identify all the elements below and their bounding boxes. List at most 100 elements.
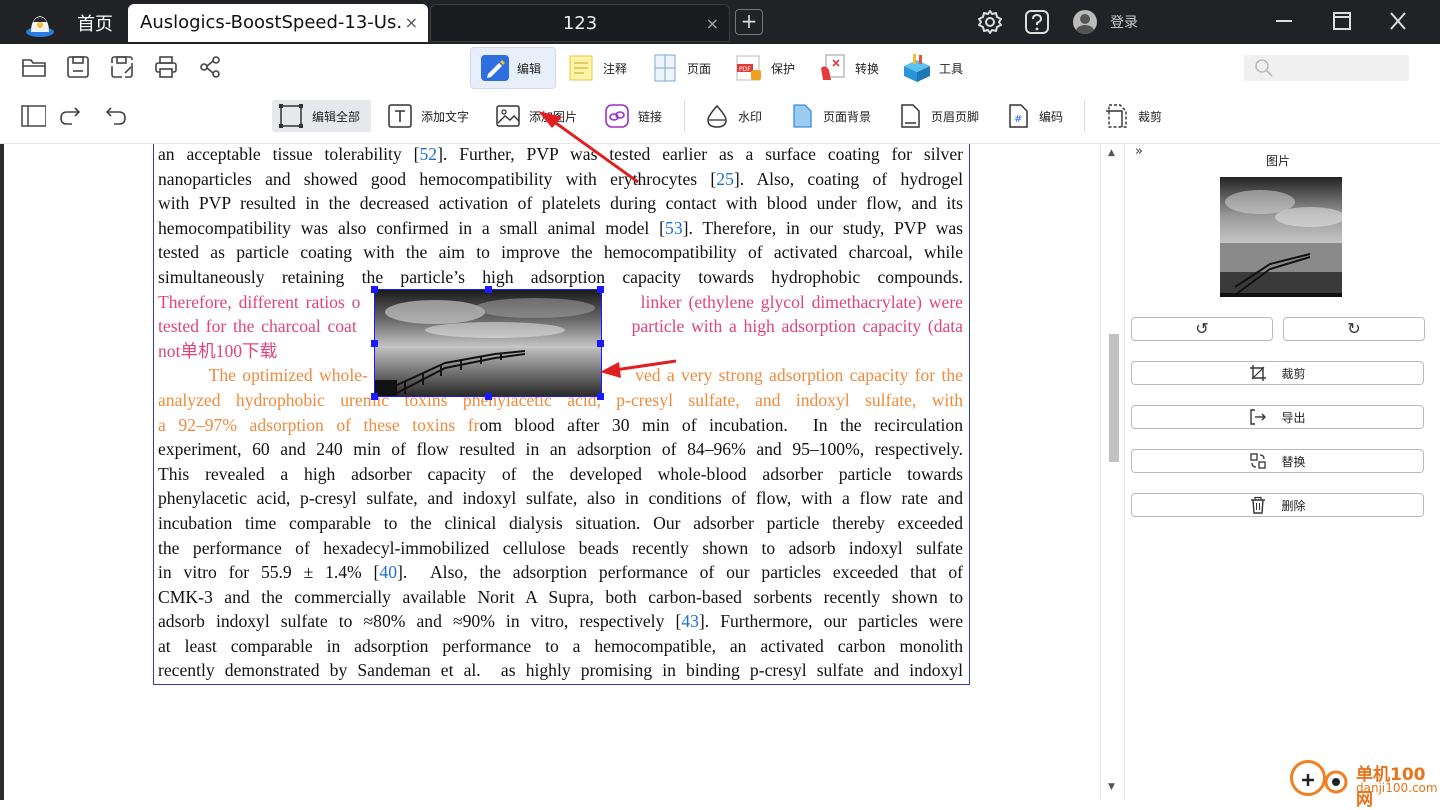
resize-handle[interactable] <box>597 393 604 400</box>
redo-icon[interactable] <box>58 103 84 129</box>
tab-document-123[interactable]: 123 × <box>430 4 730 42</box>
text-line[interactable]: recently demonstrated by Sandeman et al.… <box>158 658 963 683</box>
avatar[interactable] <box>1073 10 1097 34</box>
scroll-thumb[interactable] <box>1109 334 1119 462</box>
ribbon-tab-tools[interactable]: 工具 <box>893 47 971 89</box>
tab-home[interactable]: 首页 <box>64 6 126 44</box>
watermark-drop-icon <box>707 104 727 128</box>
edit-all-button[interactable]: 编辑全部 <box>272 100 371 132</box>
settings-icon[interactable] <box>976 8 1004 36</box>
text-line[interactable]: tested as particle coating with the aim … <box>158 240 963 265</box>
help-icon[interactable] <box>1023 8 1051 36</box>
text-line[interactable]: experiment, 60 and 240 min of flow resul… <box>158 437 963 462</box>
replace-label: 替换 <box>1281 454 1306 469</box>
new-tab-button[interactable]: + <box>735 9 763 35</box>
resize-handle[interactable] <box>597 286 604 293</box>
rotate-right-button[interactable]: ↻ <box>1283 317 1425 341</box>
rotate-left-button[interactable]: ↺ <box>1131 317 1273 341</box>
resize-handle[interactable] <box>371 393 378 400</box>
tab-close-icon[interactable]: × <box>405 4 418 42</box>
page-background-button[interactable]: 页面背景 <box>783 100 877 132</box>
vertical-scrollbar[interactable]: ▲ ▼ <box>1100 144 1124 800</box>
export-image-button[interactable]: 导出 <box>1131 405 1424 429</box>
text-run: an acceptable tissue tolerability [ <box>158 144 420 164</box>
crop-image-button[interactable]: 裁剪 <box>1131 361 1424 385</box>
undo-icon[interactable] <box>102 103 128 129</box>
text-line[interactable]: This revealed a high adsorber capacity o… <box>158 462 963 487</box>
tab-close-icon[interactable]: × <box>706 5 719 43</box>
selected-image[interactable] <box>371 286 604 400</box>
scroll-up-icon[interactable]: ▲ <box>1108 148 1115 158</box>
save-icon[interactable] <box>65 54 91 80</box>
sidebar-toggle-icon[interactable] <box>20 103 46 129</box>
delete-image-button[interactable]: 删除 <box>1131 493 1424 517</box>
text-run: adsorb indoxyl sulfate to ≈80% and ≈90% … <box>158 611 682 632</box>
text-line[interactable]: at least comparable in adsorption perfor… <box>158 634 963 659</box>
link-label: 链接 <box>638 109 663 124</box>
watermark-button[interactable]: 水印 <box>698 100 768 132</box>
ribbon-tab-label: 转换 <box>855 61 880 76</box>
ribbon-tab-protect[interactable]: PDF 保护 <box>725 47 803 89</box>
page-background-label: 页面背景 <box>823 109 872 124</box>
scroll-down-icon[interactable]: ▼ <box>1108 782 1115 792</box>
ribbon-tab-edit[interactable]: 编辑 <box>470 47 556 89</box>
citation-link[interactable]: 52 <box>419 144 437 164</box>
citation-link[interactable]: 25 <box>716 169 734 189</box>
ribbon-tab-annotate[interactable]: 注释 <box>557 47 635 89</box>
text-line[interactable]: in vitro for 55.9 ± 1.4% [40]. Also, the… <box>158 560 963 585</box>
ribbon-tab-label: 编辑 <box>517 61 542 76</box>
text-line[interactable]: phenylacetic acid, p-cresyl sulfate, and… <box>158 486 963 511</box>
tab-document-active[interactable]: Auslogics-BoostSpeed-13-Us... × <box>128 4 428 42</box>
ribbon-tab-page[interactable]: 页面 <box>641 47 719 89</box>
citation-link[interactable]: 40 <box>379 562 397 582</box>
search-input[interactable] <box>1244 55 1409 81</box>
add-image-button[interactable]: 添加图片 <box>489 100 583 132</box>
text-line[interactable]: incubation time comparable to the clinic… <box>158 511 963 536</box>
text-line[interactable]: the performance of hexadecyl-immobilized… <box>158 536 963 561</box>
text-line[interactable]: CMK-3 and the commercially available Nor… <box>158 585 963 610</box>
header-footer-button[interactable]: 页眉页脚 <box>891 100 985 132</box>
landscape-photo <box>375 290 601 396</box>
pdf-page[interactable]: an acceptable tissue tolerability [52 ]. … <box>153 144 970 685</box>
ribbon-tab-convert[interactable]: 转换 <box>809 47 887 89</box>
resize-handle[interactable] <box>597 340 604 347</box>
citation-link[interactable]: 53 <box>665 218 683 238</box>
bates-number-button[interactable]: # 编码 <box>999 100 1069 132</box>
minimize-icon[interactable] <box>1269 8 1299 34</box>
resize-handle[interactable] <box>485 286 492 293</box>
title-bar: 首页 Auslogics-BoostSpeed-13-Us... × 123 ×… <box>0 0 1440 44</box>
crop-page-button[interactable]: 裁剪 <box>1098 100 1168 132</box>
text-run: at least comparable in adsorption perfor… <box>158 635 963 656</box>
resize-handle[interactable] <box>485 393 492 400</box>
citation-link[interactable]: 43 <box>681 611 699 631</box>
save-as-icon[interactable] <box>109 54 135 80</box>
text-run: tested as particle coating with the aim … <box>158 242 963 263</box>
add-text-button[interactable]: 添加文字 <box>381 100 475 132</box>
resize-handle[interactable] <box>371 340 378 347</box>
text-line[interactable]: hemocompatibility was also confirmed in … <box>158 216 963 241</box>
link-button[interactable]: 链接 <box>598 100 668 132</box>
text-line[interactable]: an acceptable tissue tolerability [52]. … <box>158 142 963 167</box>
text-line[interactable]: with PVP resulted in the decreased activ… <box>158 191 963 216</box>
edit-all-icon <box>279 104 303 128</box>
maximize-icon[interactable] <box>1327 8 1357 34</box>
text-line[interactable]: adsorb indoxyl sulfate to ≈80% and ≈90% … <box>158 609 963 634</box>
login-link[interactable]: 登录 <box>1110 12 1138 32</box>
document-view[interactable]: an acceptable tissue tolerability [52 ]. … <box>0 144 1108 800</box>
bates-number-icon: # <box>1009 104 1028 128</box>
replace-image-button[interactable]: 替换 <box>1131 449 1424 473</box>
text-line[interactable]: a 92–97% adsorption of these toxins from… <box>158 413 963 438</box>
text-line[interactable]: simultaneously retaining the particle’s … <box>158 265 963 290</box>
close-window-icon[interactable] <box>1383 8 1413 34</box>
text-run: with PVP resulted in the decreased activ… <box>158 193 963 214</box>
print-icon[interactable] <box>153 54 179 80</box>
text-run: ]. Also, coating of hydrogel <box>733 168 963 189</box>
text-line[interactable]: nanoparticles and showed good hemocompat… <box>158 167 963 192</box>
header-footer-label: 页眉页脚 <box>931 109 980 124</box>
page-text[interactable]: an acceptable tissue tolerability [52 ]. … <box>158 142 963 683</box>
open-folder-icon[interactable] <box>21 54 47 80</box>
crop-icon <box>1250 365 1267 381</box>
svg-text:PDF: PDF <box>739 66 751 73</box>
share-icon[interactable] <box>197 54 223 80</box>
resize-handle[interactable] <box>371 286 378 293</box>
